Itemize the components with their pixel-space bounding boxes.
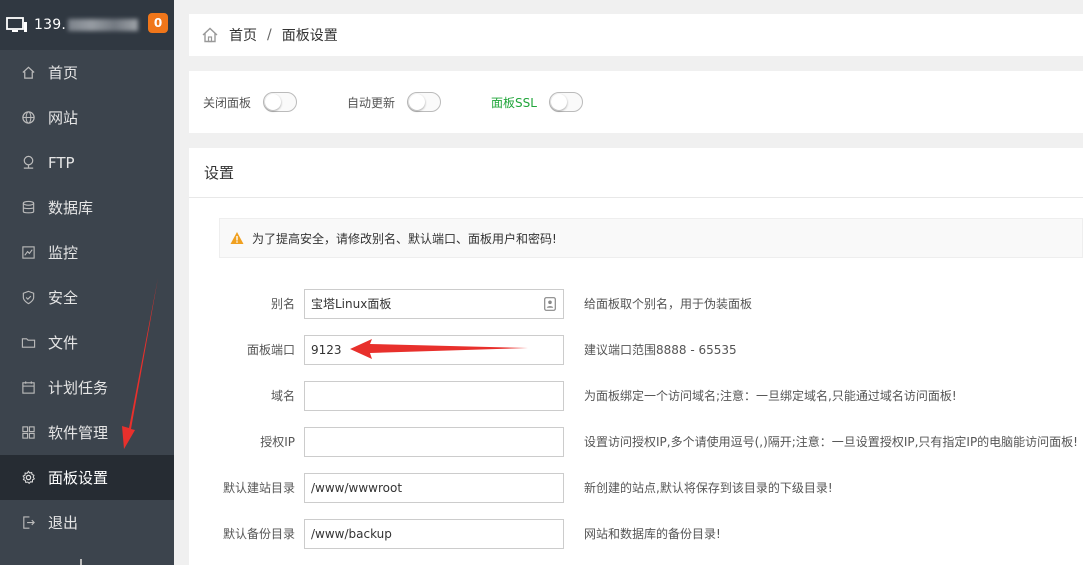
- breadcrumb-current: 面板设置: [281, 28, 338, 44]
- field-tip: 新创建的站点,默认将保存到该目录的下级目录!: [584, 481, 833, 495]
- sidebar-item-database[interactable]: 数据库: [0, 185, 174, 230]
- ip-redacted: [67, 19, 138, 31]
- sidebar-item-label: 安全: [48, 289, 79, 307]
- breadcrumb-home-link[interactable]: 首页: [229, 25, 257, 45]
- breadcrumb-separator: /: [267, 27, 272, 43]
- field-row-alias: 别名 宝塔Linux面板 给面板取个别名，用于伪装面板: [189, 289, 1083, 319]
- sidebar-item-monitor[interactable]: 监控: [0, 230, 174, 275]
- alias-value: 宝塔Linux面板: [311, 297, 392, 311]
- field-tip: 建议端口范围8888 - 65535: [584, 343, 737, 357]
- close-panel-toggle-group: 关闭面板: [203, 92, 298, 112]
- settings-title: 设置: [189, 148, 1083, 198]
- monitor-chart-icon: [20, 245, 36, 261]
- field-label: 授权IP: [260, 435, 295, 449]
- backup-dir-input[interactable]: /www/backup: [304, 519, 564, 549]
- alias-input[interactable]: 宝塔Linux面板: [304, 289, 564, 319]
- sidebar-menu: 首页 网站 FTP 数据库 监控 安全 文件 计划任务 软件管理 面板设置 退出: [0, 50, 174, 545]
- logout-icon: [20, 515, 36, 531]
- notification-badge[interactable]: 0: [148, 13, 168, 33]
- breadcrumb: 首页 / 面板设置: [189, 14, 1083, 56]
- field-tip: 设置访问授权IP,多个请使用逗号(,)隔开;注意：一旦设置授权IP,只有指定IP…: [584, 435, 1078, 449]
- sidebar-item-security[interactable]: 安全: [0, 275, 174, 320]
- field-label: 别名: [270, 297, 295, 311]
- switch-knob: [265, 94, 282, 110]
- ftp-icon: [20, 155, 36, 171]
- security-warning: 为了提高安全，请修改别名、默认端口、面板用户和密码!: [219, 218, 1083, 258]
- field-row-site-dir: 默认建站目录 /www/wwwroot 新创建的站点,默认将保存到该目录的下级目…: [189, 473, 1083, 503]
- home-icon[interactable]: [201, 26, 219, 44]
- scroll-indicator: [80, 559, 82, 565]
- backup-dir-value: /www/backup: [311, 527, 392, 541]
- database-icon: [20, 200, 36, 216]
- sidebar-item-label: FTP: [48, 153, 75, 172]
- close-panel-switch[interactable]: [263, 92, 298, 112]
- sidebar-item-files[interactable]: 文件: [0, 320, 174, 365]
- warning-icon: [230, 232, 244, 244]
- sidebar: 139. 0 首页 网站 FTP 数据库 监控 安全 文件 计划任务 软件管理 …: [0, 0, 174, 565]
- contact-card-icon: [544, 297, 556, 311]
- panel-port-input[interactable]: 9123: [304, 335, 564, 365]
- domain-input[interactable]: [304, 381, 564, 411]
- field-row-auth-ip: 授权IP 设置访问授权IP,多个请使用逗号(,)隔开;注意：一旦设置授权IP,只…: [189, 427, 1083, 457]
- field-row-backup-dir: 默认备份目录 /www/backup 网站和数据库的备份目录!: [189, 519, 1083, 549]
- sidebar-item-label: 网站: [48, 109, 79, 127]
- field-row-port: 面板端口 9123 建议端口范围8888 - 65535: [189, 335, 1083, 365]
- field-label: 默认建站目录: [222, 481, 295, 495]
- sidebar-item-label: 首页: [48, 64, 79, 82]
- site-dir-value: /www/wwwroot: [311, 481, 403, 495]
- sidebar-item-label: 数据库: [48, 199, 94, 217]
- auto-update-toggle-group: 自动更新: [347, 92, 442, 112]
- sidebar-item-logout[interactable]: 退出: [0, 500, 174, 545]
- server-ip: 139.: [34, 17, 138, 33]
- auto-update-label: 自动更新: [347, 95, 396, 110]
- field-row-domain: 域名 为面板绑定一个访问域名;注意：一旦绑定域名,只能通过域名访问面板!: [189, 381, 1083, 411]
- gear-icon: [20, 470, 36, 486]
- field-tip: 网站和数据库的备份目录!: [584, 527, 721, 541]
- panel-ssl-toggle-group: 面板SSL: [491, 92, 583, 112]
- field-tip: 为面板绑定一个访问域名;注意：一旦绑定域名,只能通过域名访问面板!: [584, 389, 957, 403]
- field-label: 面板端口: [246, 343, 295, 357]
- monitor-icon: [6, 17, 27, 32]
- field-label: 域名: [270, 389, 295, 403]
- folder-icon: [20, 335, 36, 351]
- panel-ssl-label[interactable]: 面板SSL: [491, 94, 537, 111]
- settings-panel: 设置 为了提高安全，请修改别名、默认端口、面板用户和密码! 别名 宝塔Linux…: [189, 148, 1083, 565]
- sidebar-item-website[interactable]: 网站: [0, 95, 174, 140]
- panel-ssl-switch[interactable]: [548, 92, 583, 112]
- sidebar-item-label: 面板设置: [48, 469, 109, 487]
- home-icon: [20, 65, 36, 81]
- sidebar-item-ftp[interactable]: FTP: [0, 140, 174, 185]
- switch-knob: [409, 94, 426, 110]
- sidebar-item-cron[interactable]: 计划任务: [0, 365, 174, 410]
- sidebar-item-label: 计划任务: [48, 379, 109, 397]
- sidebar-item-label: 监控: [48, 244, 79, 262]
- sidebar-item-panel-settings[interactable]: 面板设置: [0, 455, 174, 500]
- site-dir-input[interactable]: /www/wwwroot: [304, 473, 564, 503]
- auto-update-switch[interactable]: [407, 92, 442, 112]
- sidebar-item-label: 退出: [48, 514, 79, 532]
- switch-knob: [550, 94, 567, 110]
- port-value: 9123: [311, 343, 342, 357]
- sidebar-item-software[interactable]: 软件管理: [0, 410, 174, 455]
- field-label: 默认备份目录: [222, 527, 295, 541]
- auth-ip-input[interactable]: [304, 427, 564, 457]
- sidebar-item-home[interactable]: 首页: [0, 50, 174, 95]
- field-tip: 给面板取个别名，用于伪装面板: [584, 297, 753, 311]
- globe-icon: [20, 110, 36, 126]
- calendar-icon: [20, 380, 36, 396]
- sidebar-item-label: 软件管理: [48, 424, 109, 442]
- shield-icon: [20, 290, 36, 306]
- sidebar-item-label: 文件: [48, 334, 79, 352]
- warning-text: 为了提高安全，请修改别名、默认端口、面板用户和密码!: [252, 231, 557, 246]
- server-header[interactable]: 139. 0: [0, 0, 174, 50]
- toggle-bar: 关闭面板 自动更新 面板SSL: [189, 71, 1083, 133]
- grid-icon: [20, 425, 36, 441]
- close-panel-label: 关闭面板: [203, 95, 252, 110]
